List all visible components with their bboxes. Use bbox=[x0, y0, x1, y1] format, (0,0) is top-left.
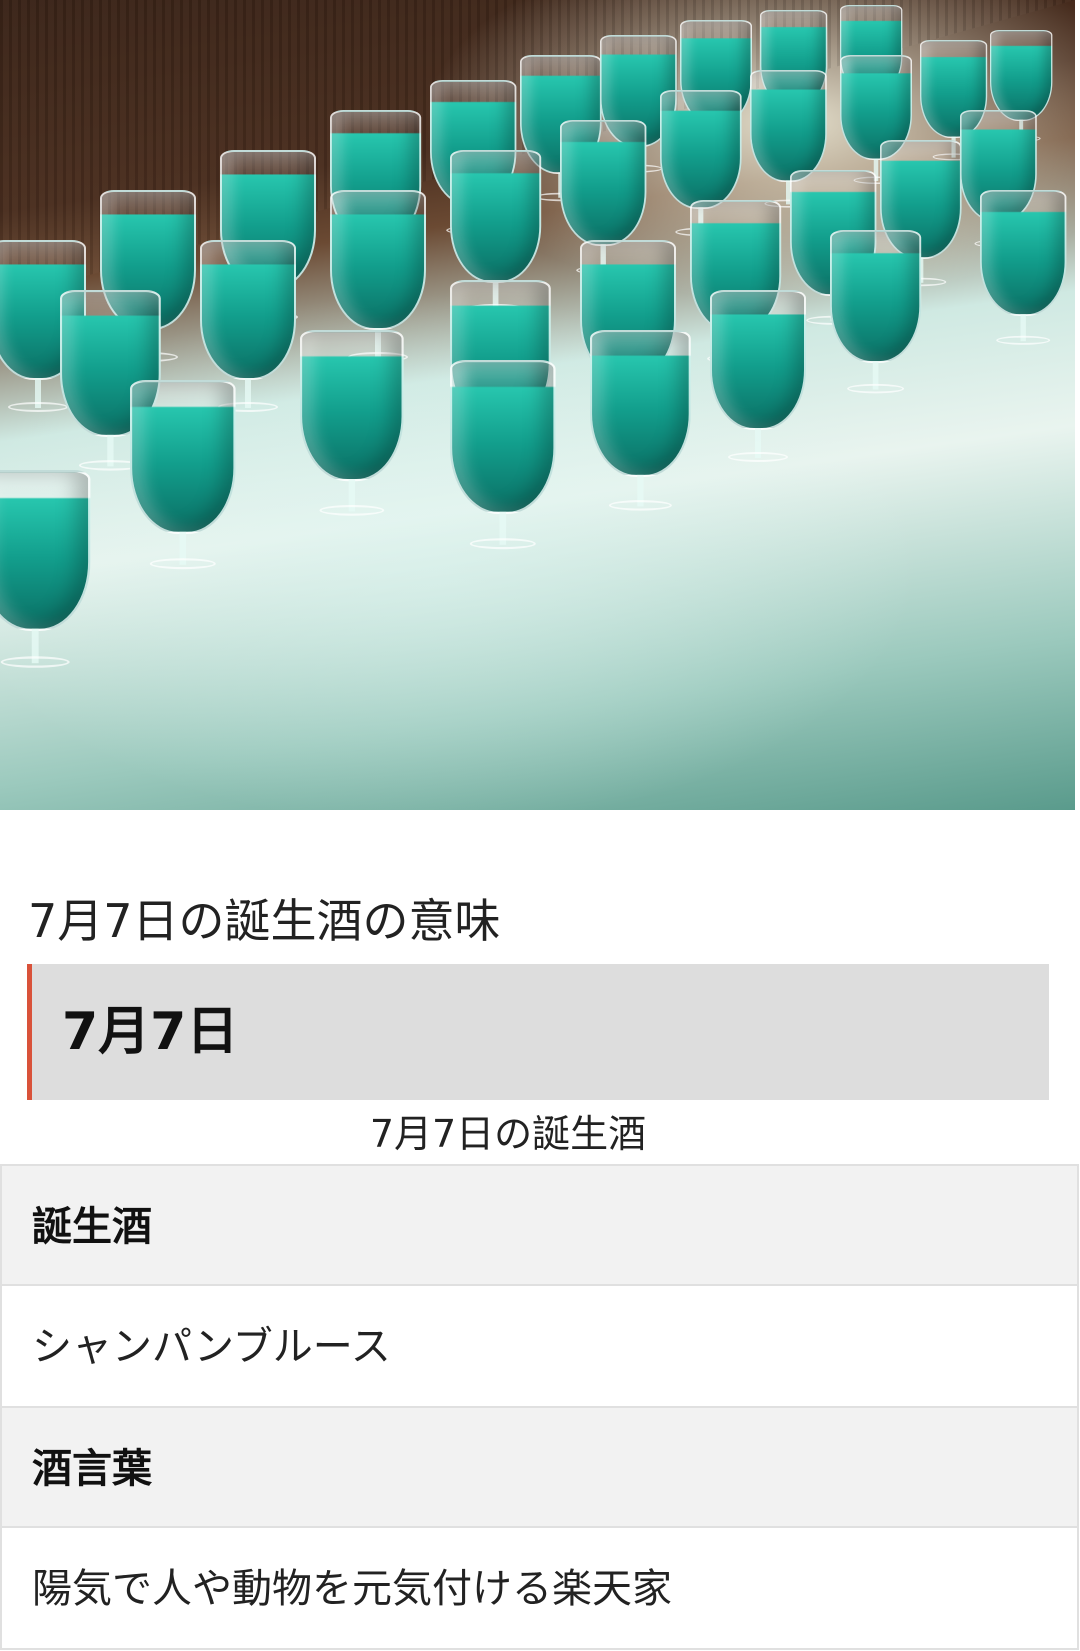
table-header-cell: 酒言葉 bbox=[32, 1446, 152, 1492]
champagne-glass bbox=[300, 330, 404, 516]
glass-foot bbox=[728, 452, 788, 462]
champagne-glass bbox=[130, 380, 236, 570]
glass-bowl bbox=[450, 360, 556, 514]
table-header-row: 酒言葉 bbox=[0, 1408, 1079, 1528]
glass-bowl bbox=[200, 240, 296, 380]
glass-bowl bbox=[590, 330, 691, 477]
glass-bowl bbox=[330, 190, 426, 330]
champagne-glass bbox=[710, 290, 806, 462]
glass-foot bbox=[319, 504, 385, 516]
glass-bowl bbox=[990, 30, 1053, 121]
glass-foot bbox=[0, 656, 70, 668]
table-header-cell: 誕生酒 bbox=[32, 1204, 152, 1250]
glass-foot bbox=[847, 383, 905, 394]
date-heading-box: 7月7日 bbox=[27, 964, 1049, 1100]
glass-bowl bbox=[450, 150, 542, 283]
glass-bowl bbox=[710, 290, 806, 430]
glass-foot bbox=[996, 335, 1051, 345]
table-value-cell: シャンパンブルース bbox=[32, 1324, 391, 1370]
glass-foot bbox=[608, 500, 672, 511]
table-caption: 7月7日の誕生酒 bbox=[369, 1112, 647, 1156]
glass-bowl bbox=[750, 70, 827, 182]
table-header-row: 誕生酒 bbox=[0, 1166, 1079, 1286]
champagne-glass bbox=[980, 190, 1067, 345]
section-title: 7月7日の誕生酒の意味 bbox=[28, 894, 501, 948]
glass-bowl bbox=[560, 120, 647, 246]
hero-photo bbox=[0, 0, 1075, 810]
champagne-glass bbox=[450, 360, 556, 550]
table-value-row: 陽気で人や動物を元気付ける楽天家 bbox=[0, 1528, 1079, 1650]
champagne-glass bbox=[0, 470, 91, 668]
info-table: 誕生酒 シャンパンブルース 酒言葉 陽気で人や動物を元気付ける楽天家 bbox=[0, 1164, 1079, 1650]
table-value-cell: 陽気で人や動物を元気付ける楽天家 bbox=[32, 1566, 672, 1612]
glass-bowl bbox=[830, 230, 922, 363]
glass-foot bbox=[8, 402, 68, 412]
glass-bowl bbox=[130, 380, 236, 534]
glass-foot bbox=[149, 558, 216, 570]
champagne-glass bbox=[590, 330, 691, 511]
champagne-glass bbox=[830, 230, 922, 394]
glass-bowl bbox=[300, 330, 404, 482]
table-value-row: シャンパンブルース bbox=[0, 1286, 1079, 1408]
date-heading: 7月7日 bbox=[62, 1002, 239, 1062]
glass-foot bbox=[469, 538, 536, 550]
glass-bowl bbox=[660, 90, 742, 209]
glass-bowl bbox=[980, 190, 1067, 316]
glass-bowl bbox=[0, 470, 91, 631]
